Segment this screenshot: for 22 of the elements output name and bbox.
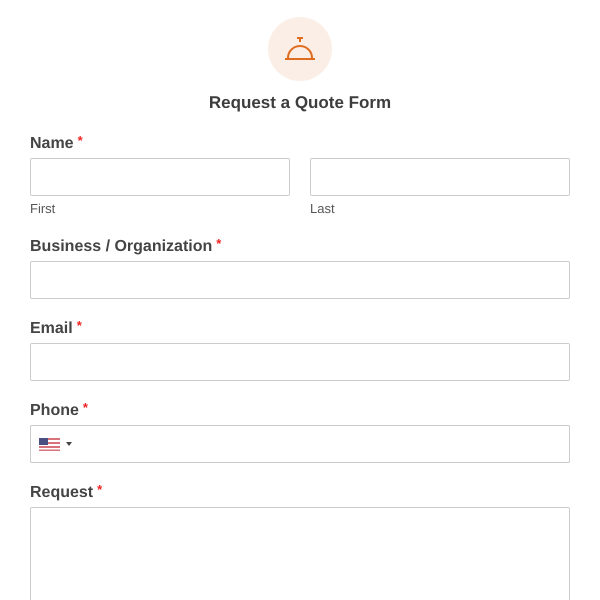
input-field[interactable] xyxy=(30,158,290,196)
flag-icon xyxy=(39,438,60,450)
input-field[interactable] xyxy=(30,261,570,299)
input-field[interactable] xyxy=(30,343,570,381)
required-mark: * xyxy=(216,237,222,253)
required-mark: * xyxy=(82,401,88,417)
required-mark: * xyxy=(97,483,102,499)
sublabel: Last xyxy=(310,201,336,217)
field-label: Business / Organization xyxy=(30,237,212,257)
required-mark: * xyxy=(76,319,82,335)
field-label: Phone xyxy=(30,401,79,421)
text-area[interactable] xyxy=(30,507,570,600)
field-label: Name xyxy=(30,134,74,154)
input-field[interactable] xyxy=(310,158,570,196)
sublabel: First xyxy=(30,201,56,217)
caret-icon[interactable] xyxy=(66,442,72,446)
form-title: Request a Quote Form xyxy=(208,92,392,114)
service-bell-icon xyxy=(283,36,317,62)
required-mark: * xyxy=(78,134,83,150)
field-label: Email xyxy=(30,319,73,339)
field-label: Request xyxy=(30,483,94,503)
phone-field[interactable] xyxy=(30,425,570,463)
